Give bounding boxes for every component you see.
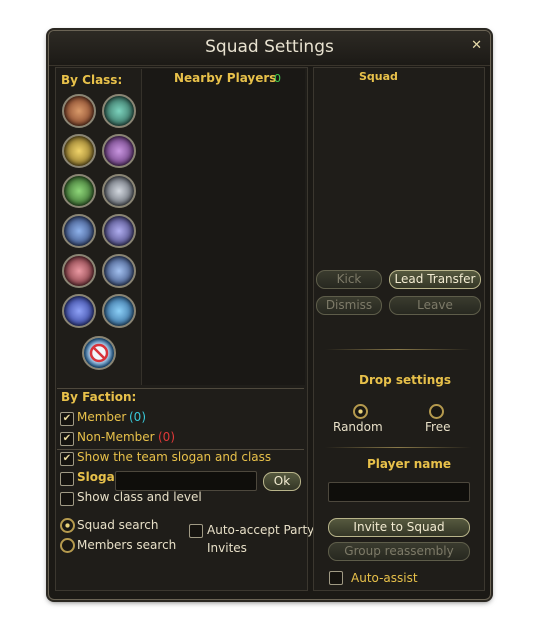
member-label: Member bbox=[77, 410, 127, 424]
member-checkbox[interactable]: ✔ bbox=[60, 412, 74, 426]
squad-search-label: Squad search bbox=[77, 518, 159, 532]
nonmember-checkbox[interactable]: ✔ bbox=[60, 432, 74, 446]
lead-transfer-button[interactable]: Lead Transfer bbox=[389, 270, 481, 289]
leave-button[interactable]: Leave bbox=[389, 296, 481, 315]
drop-settings-label: Drop settings bbox=[359, 373, 452, 387]
songweaver-class-icon[interactable] bbox=[102, 214, 136, 248]
slogan-ok-button[interactable]: Ok bbox=[263, 472, 301, 491]
by-class-label: By Class: bbox=[61, 73, 123, 87]
random-label: Random bbox=[333, 420, 383, 434]
show-slogan-label: Show the team slogan and class bbox=[77, 450, 272, 464]
random-drop-radio[interactable] bbox=[353, 404, 368, 419]
gunner-class-icon[interactable] bbox=[62, 214, 96, 248]
aethertech-class-icon[interactable] bbox=[62, 294, 96, 328]
auto-accept-checkbox[interactable] bbox=[189, 524, 203, 538]
show-class-checkbox[interactable] bbox=[60, 492, 74, 506]
ranger-class-icon[interactable] bbox=[62, 174, 96, 208]
title-bar[interactable]: Squad Settings ✕ bbox=[49, 31, 490, 66]
drop-divider bbox=[325, 349, 471, 350]
nearby-players-count: 0 bbox=[274, 72, 281, 85]
sorcerer-class-icon[interactable] bbox=[102, 134, 136, 168]
invite-to-squad-button[interactable]: Invite to Squad bbox=[328, 518, 470, 537]
free-label: Free bbox=[425, 420, 451, 434]
kick-button[interactable]: Kick bbox=[316, 270, 382, 289]
player-name-input[interactable] bbox=[328, 482, 470, 502]
members-search-radio[interactable] bbox=[60, 538, 75, 553]
cleric-class-icon[interactable] bbox=[62, 254, 96, 288]
close-icon[interactable]: ✕ bbox=[471, 38, 482, 53]
show-slogan-checkbox[interactable]: ✔ bbox=[60, 452, 74, 466]
chanter-class-icon[interactable] bbox=[102, 254, 136, 288]
prohibited-icon bbox=[89, 343, 109, 363]
by-faction-label: By Faction: bbox=[61, 390, 137, 404]
free-drop-radio[interactable] bbox=[429, 404, 444, 419]
show-class-label: Show class and level bbox=[77, 490, 202, 504]
player-name-divider bbox=[325, 447, 471, 448]
auto-accept-label-line1: Auto-accept Party bbox=[207, 523, 315, 537]
dismiss-button[interactable]: Dismiss bbox=[316, 296, 382, 315]
faction-divider bbox=[57, 388, 304, 389]
spiritmaster-class-icon[interactable] bbox=[102, 174, 136, 208]
members-search-label: Members search bbox=[77, 538, 177, 552]
squad-search-radio[interactable] bbox=[60, 518, 75, 533]
squad-settings-window: Squad Settings ✕ By Class: Nearby Player… bbox=[48, 30, 491, 600]
auto-accept-label-line2: Invites bbox=[207, 541, 247, 555]
no-class-icon[interactable] bbox=[82, 336, 116, 370]
slogan-input[interactable] bbox=[115, 471, 257, 491]
warrior-class-icon[interactable] bbox=[62, 94, 96, 128]
nonmember-count: (0) bbox=[158, 430, 175, 444]
player-name-label: Player name bbox=[367, 457, 451, 471]
slogan-checkbox[interactable] bbox=[60, 472, 74, 486]
squad-label: Squad bbox=[359, 70, 398, 83]
group-reassembly-button[interactable]: Group reassembly bbox=[328, 542, 470, 561]
auto-assist-checkbox[interactable] bbox=[329, 571, 343, 585]
nonmember-label: Non-Member bbox=[77, 430, 155, 444]
nearby-players-list[interactable] bbox=[141, 69, 305, 385]
assassin-class-icon[interactable] bbox=[62, 134, 96, 168]
mystic-class-icon[interactable] bbox=[102, 94, 136, 128]
window-title: Squad Settings bbox=[205, 37, 334, 57]
nearby-players-label: Nearby Players bbox=[174, 71, 277, 85]
squad-members-list[interactable] bbox=[315, 86, 481, 264]
member-count: (0) bbox=[129, 410, 146, 424]
painter-class-icon[interactable] bbox=[102, 294, 136, 328]
auto-assist-label: Auto-assist bbox=[351, 571, 418, 585]
